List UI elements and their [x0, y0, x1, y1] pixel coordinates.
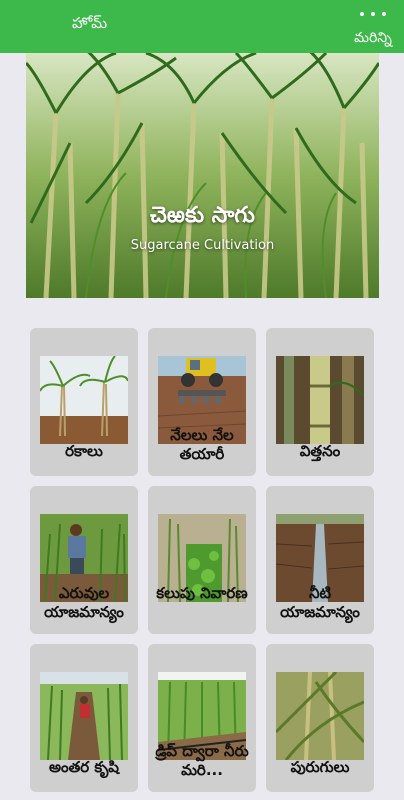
- hero-banner: చెఱకు సాగు Sugarcane Cultivation: [26, 53, 379, 298]
- category-label: అంతర కృషి: [49, 758, 119, 776]
- category-card-varieties[interactable]: రకాలు: [30, 328, 138, 476]
- category-card-soil-preparation[interactable]: నేలలు నేల తయారీ: [148, 328, 256, 476]
- more-menu-label: మరిన్ని: [354, 30, 392, 46]
- cane-stalks-image: [276, 356, 364, 444]
- category-card-drip-irrigation[interactable]: డ్రిప్ ద్వారా నీరు మరి...: [148, 644, 256, 792]
- sugarcane-plants-image: [40, 356, 128, 444]
- intercultivation-image: [40, 672, 128, 760]
- category-card-water-management[interactable]: నీటి యాజమాన్యం: [266, 486, 374, 634]
- category-label: రకాలు: [65, 442, 103, 460]
- category-label: విత్తనం: [299, 442, 341, 460]
- top-app-bar: హోమ్ మరిన్ని: [0, 0, 404, 53]
- category-label: ఎరువుల యాజమాన్యం: [44, 584, 124, 621]
- category-label: నీటి యాజమాన్యం: [280, 584, 360, 621]
- category-card-fertilizer-management[interactable]: ఎరువుల యాజమాన్యం: [30, 486, 138, 634]
- home-tab[interactable]: హోమ్: [72, 14, 107, 36]
- sugarcane-field-image: [26, 53, 379, 298]
- category-card-weed-control[interactable]: కలుపు నివారణ: [148, 486, 256, 634]
- hero-title: చెఱకు సాగు: [150, 203, 255, 228]
- more-menu-button[interactable]: మరిన్ని: [350, 8, 396, 50]
- hero-subtitle: Sugarcane Cultivation: [130, 238, 275, 253]
- more-dots-icon: [360, 12, 386, 18]
- category-label: పురుగులు: [290, 758, 350, 776]
- category-card-seed[interactable]: విత్తనం: [266, 328, 374, 476]
- category-card-pests[interactable]: పురుగులు: [266, 644, 374, 792]
- category-label: కలుపు నివారణ: [156, 584, 248, 602]
- category-label: డ్రిప్ ద్వారా నీరు మరి...: [155, 742, 249, 779]
- pest-damage-image: [276, 672, 364, 760]
- category-card-intercultivation[interactable]: అంతర కృషి: [30, 644, 138, 792]
- category-label: నేలలు నేల తయారీ: [170, 426, 234, 463]
